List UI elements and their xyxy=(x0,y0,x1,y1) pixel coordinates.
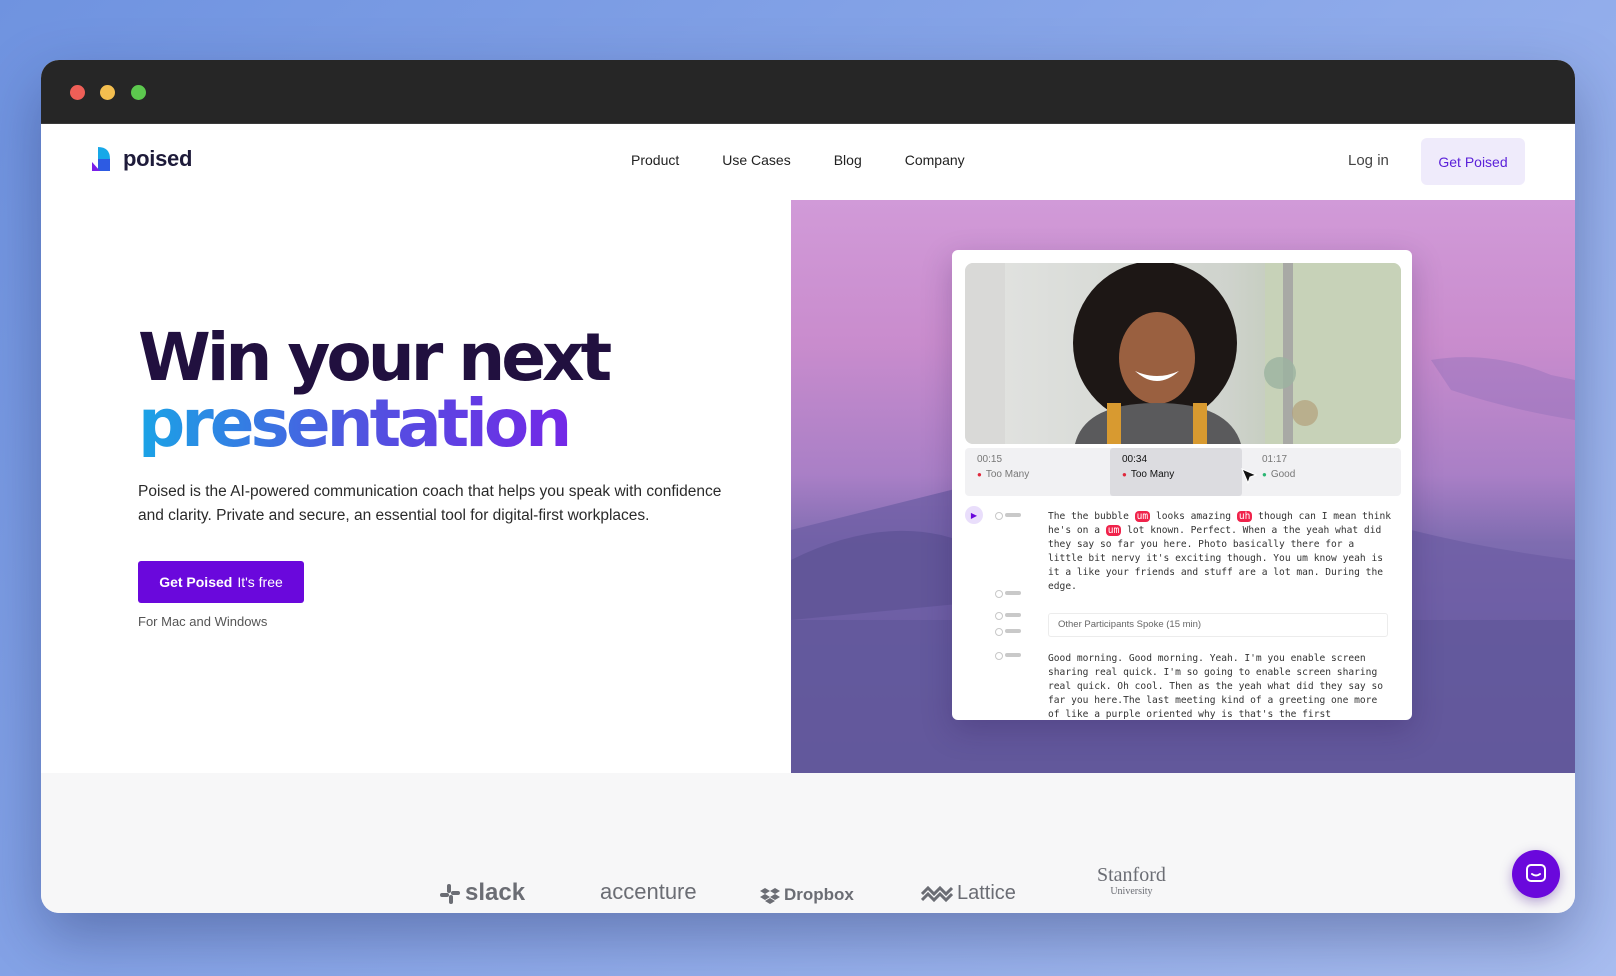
browser-window: poised Product Use Cases Blog Company Lo… xyxy=(41,60,1575,913)
transcript-text: looks amazing xyxy=(1150,511,1237,522)
transcript-paragraph: The the bubble um looks amazing uh thoug… xyxy=(1048,510,1393,594)
poised-logo-icon xyxy=(92,147,110,171)
brand-name: poised xyxy=(123,146,193,171)
timeline-status: Too Many xyxy=(977,469,1029,480)
hero-visual: 00:15 Too Many 00:34 Too Many 01:17 Good… xyxy=(791,200,1575,773)
site-header: poised Product Use Cases Blog Company Lo… xyxy=(41,124,1575,200)
timeline-segment[interactable]: 01:17 Good xyxy=(1250,448,1390,496)
speaker-video-image xyxy=(965,263,1401,444)
transcript-paragraph: Good morning. Good morning. Yeah. I'm yo… xyxy=(1048,653,1384,720)
other-participants-note[interactable]: Other Participants Spoke (15 min) xyxy=(1048,613,1388,637)
slack-icon xyxy=(440,883,460,904)
play-icon[interactable]: ▶ xyxy=(965,506,983,524)
nav-blog[interactable]: Blog xyxy=(834,152,862,168)
transcript-text: The the bubble xyxy=(1048,511,1135,522)
hero-subtitle: Poised is the AI-powered communication c… xyxy=(138,483,722,524)
stanford-logo: Stanford University xyxy=(1097,865,1166,899)
stanford-subtitle: University xyxy=(1110,886,1153,897)
timeline-time: 00:34 xyxy=(1122,454,1148,465)
timeline-segment[interactable]: 00:15 Too Many xyxy=(965,448,1105,496)
lattice-icon xyxy=(921,885,953,902)
timeline-time: 01:17 xyxy=(1262,454,1288,465)
mouse-cursor-icon xyxy=(1241,468,1257,484)
timeline-status: Good xyxy=(1262,469,1295,480)
hero-title-line2: presentation xyxy=(138,391,608,457)
chat-launcher-button[interactable] xyxy=(1512,850,1560,898)
login-link[interactable]: Log in xyxy=(1348,152,1389,169)
transcript-panel: ▶ The the bubble um looks amazing uh tho… xyxy=(965,506,1405,720)
timeline-time: 00:15 xyxy=(977,454,1003,465)
timeline-segment-active[interactable]: 00:34 Too Many xyxy=(1110,448,1242,496)
hero-title: Win your next presentation xyxy=(138,325,612,457)
video-feed xyxy=(965,263,1401,444)
filler-word-timeline: 00:15 Too Many 00:34 Too Many 01:17 Good xyxy=(965,448,1401,496)
close-window-button[interactable] xyxy=(70,85,85,100)
filler-word-highlight[interactable]: um xyxy=(1105,525,1122,536)
accenture-logo: accenture xyxy=(600,879,697,904)
slack-wordmark: slack xyxy=(465,879,526,906)
customer-logos: slack accenture Dropbox Lattice Stanford… xyxy=(41,773,1575,913)
stanford-wordmark: Stanford xyxy=(1097,864,1166,886)
transcript-marker[interactable] xyxy=(995,612,1021,620)
brand-logo[interactable]: poised xyxy=(91,146,192,172)
lattice-logo: Lattice xyxy=(921,882,1016,905)
transcript-marker[interactable] xyxy=(995,628,1021,636)
minimize-window-button[interactable] xyxy=(100,85,115,100)
dropbox-icon xyxy=(760,887,780,904)
cta-bold-label: Get Poised xyxy=(159,574,233,590)
chat-icon xyxy=(1526,864,1546,882)
nav-use-cases[interactable]: Use Cases xyxy=(722,152,790,168)
lattice-wordmark: Lattice xyxy=(957,882,1016,904)
cta-label: It's free xyxy=(237,574,283,590)
slack-logo: slack xyxy=(439,879,525,907)
filler-word-highlight[interactable]: uh xyxy=(1236,511,1253,522)
nav-product[interactable]: Product xyxy=(631,152,679,168)
transcript-marker[interactable] xyxy=(995,590,1021,598)
get-poised-button[interactable]: Get Poised It's free xyxy=(138,561,304,603)
header-get-poised-button[interactable]: Get Poised xyxy=(1421,138,1525,185)
platform-note: For Mac and Windows xyxy=(138,614,268,629)
transcript-marker[interactable] xyxy=(995,512,1021,520)
hero-section: Win your next presentation Poised is the… xyxy=(41,200,791,773)
dropbox-wordmark: Dropbox xyxy=(784,885,854,904)
filler-word-highlight[interactable]: um xyxy=(1134,511,1151,522)
transcript-marker[interactable] xyxy=(995,652,1021,660)
poised-app-preview: 00:15 Too Many 00:34 Too Many 01:17 Good… xyxy=(952,250,1412,720)
nav-company[interactable]: Company xyxy=(905,152,965,168)
timeline-status: Too Many xyxy=(1122,469,1174,480)
maximize-window-button[interactable] xyxy=(131,85,146,100)
dropbox-logo: Dropbox xyxy=(760,885,854,905)
main-nav: Product Use Cases Blog Company xyxy=(631,152,1008,168)
window-titlebar xyxy=(41,60,1575,124)
